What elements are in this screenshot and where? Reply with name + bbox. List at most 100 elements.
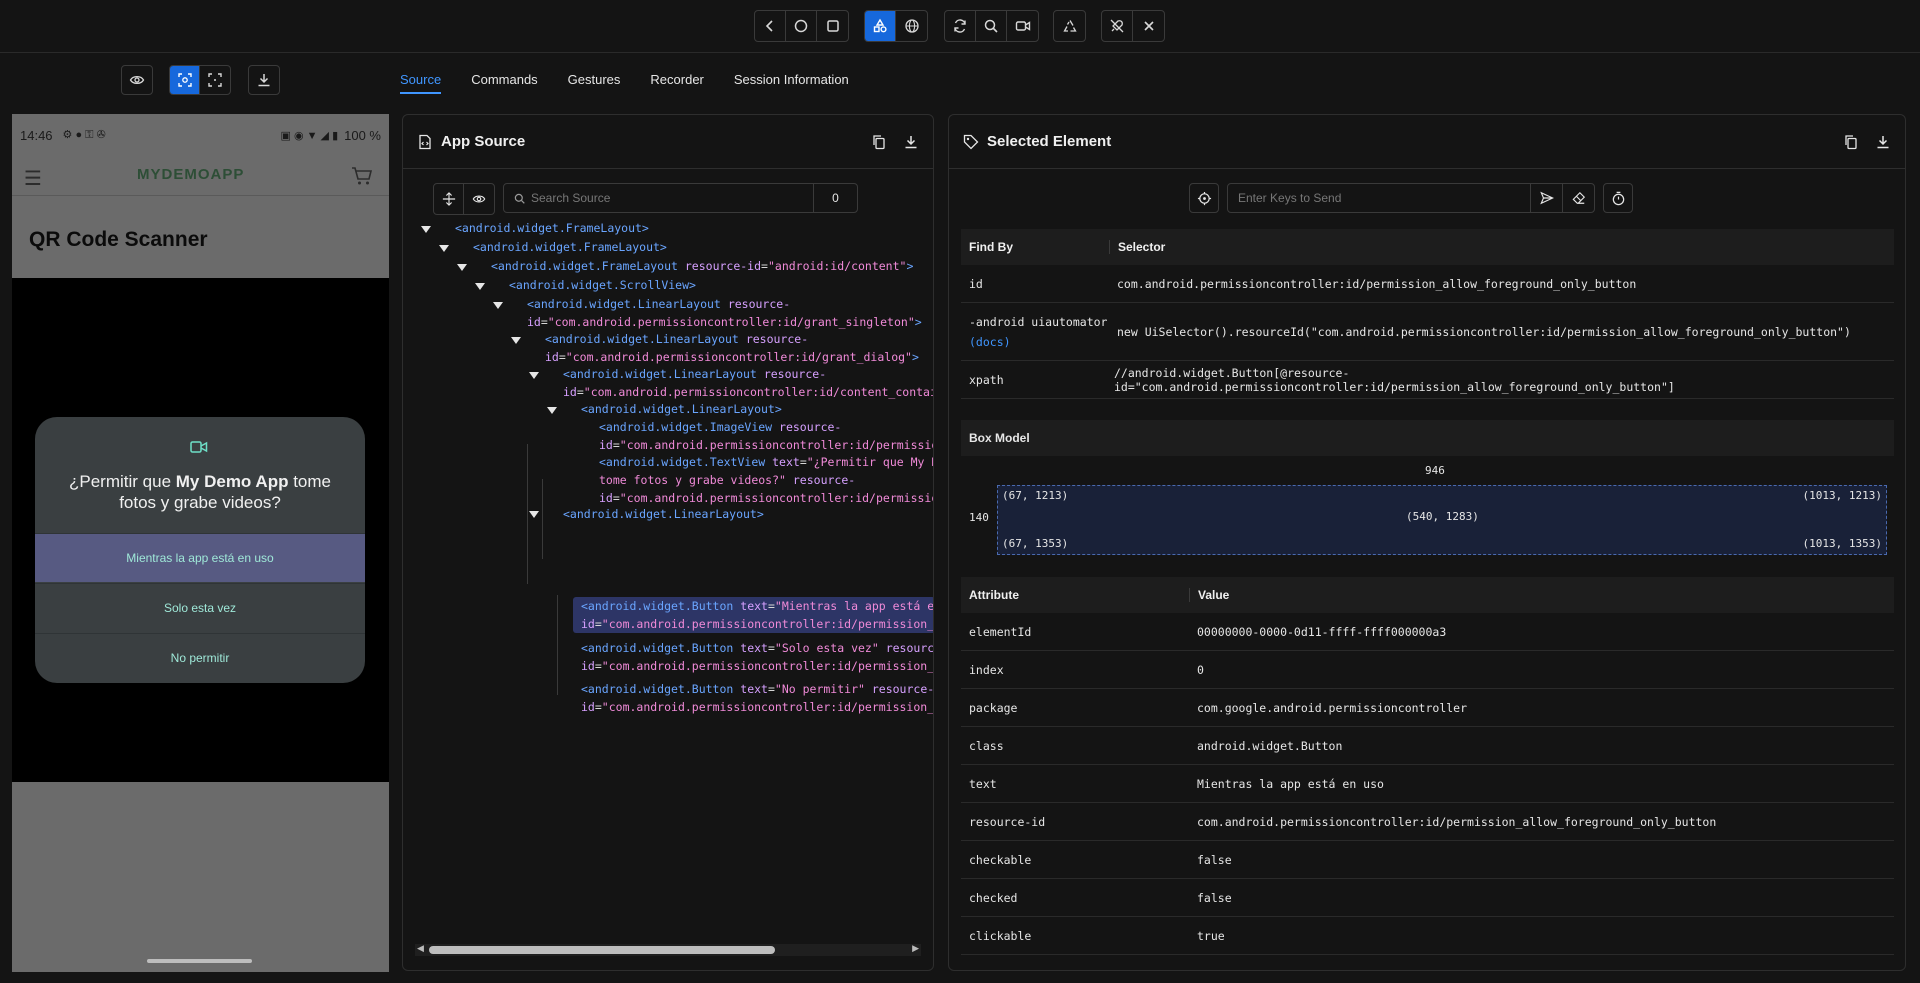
back-button[interactable] [755, 11, 786, 41]
node-val: "com.android.permissioncontroller:id/gra… [547, 315, 915, 329]
node-val: "Solo esta vez" [774, 641, 879, 655]
toggle-attributes-button[interactable] [434, 184, 464, 214]
attribute-key: index [969, 662, 1004, 677]
show-element-handles-button[interactable] [122, 66, 152, 94]
find-by-row[interactable]: -android uiautomator (docs) new UiSelect… [961, 303, 1894, 361]
find-by-row[interactable]: xpath //android.widget.Button[@resource-… [961, 361, 1894, 399]
attribute-key: class [969, 738, 1004, 753]
find-by-row[interactable]: id com.android.permissioncontroller:id/p… [961, 265, 1894, 303]
attribute-value: false [1197, 852, 1232, 867]
deny-option[interactable]: No permitir [35, 633, 365, 682]
toggle-refresh-button[interactable] [1054, 11, 1085, 41]
tree-node[interactable]: <android.widget.FrameLayout resource-id=… [491, 257, 913, 275]
box-model: Box Model 946 140 (67, 1213) (1013, 1213… [961, 420, 1894, 566]
copy-source-icon[interactable] [871, 134, 887, 150]
docs-link[interactable]: (docs) [969, 332, 1117, 352]
collapse-arrow[interactable] [457, 264, 467, 271]
quit-session-button[interactable] [1133, 11, 1164, 41]
tree-node[interactable]: <android.widget.LinearLayout> [581, 400, 782, 418]
tree-node[interactable]: <android.widget.LinearLayout resource- [527, 295, 790, 313]
globe-icon [904, 19, 919, 33]
allow-while-in-use-option[interactable]: Mientras la app está en uso [35, 533, 365, 582]
search-count: 0 [813, 184, 857, 212]
tree-node[interactable]: <android.widget.ScrollView> [509, 276, 696, 294]
collapse-arrow[interactable] [529, 511, 539, 518]
tab-session-information[interactable]: Session Information [734, 62, 849, 94]
tree-node-selected[interactable]: <android.widget.Button text="Mientras la… [581, 597, 933, 615]
tree-node[interactable]: <android.widget.FrameLayout> [455, 219, 649, 237]
tree-node[interactable]: <android.widget.Button text="No permitir… [581, 680, 933, 698]
refresh-button[interactable] [945, 11, 976, 41]
tap-element-button[interactable] [1189, 183, 1219, 213]
tree-node-cont: id="com.android.permissioncontroller:id/… [581, 615, 933, 633]
attribute-row: text Mientras la app está en uso [961, 765, 1894, 803]
send-keys-button[interactable] [1530, 184, 1562, 212]
circle-icon [794, 19, 808, 33]
collapse-arrow[interactable] [529, 372, 539, 379]
attribute-key: package [969, 700, 1018, 715]
node-attr: id [563, 385, 577, 399]
tree-node[interactable]: <android.widget.LinearLayout resource- [545, 330, 808, 348]
device-screenshot[interactable]: 14:46 ⚙ ● ⚿ ✇ ▣ ◉ ▼ ◢ ▮ 100 % ☰ MYDEMOAP… [12, 114, 389, 972]
source-search-input[interactable]: Search Source 0 [503, 183, 858, 213]
attributes-table: Attribute Value elementId 00000000-0000-0… [961, 577, 1894, 955]
find-by-table: Find By Selector id com.android.permissi… [961, 229, 1894, 399]
scroll-left-icon[interactable]: ◀ [417, 943, 424, 954]
node-attr: resource- [779, 420, 842, 434]
toggle-visibility-button[interactable] [464, 184, 494, 214]
clear-element-button[interactable] [1562, 184, 1594, 212]
download-source-icon[interactable] [903, 134, 919, 150]
collapse-arrow[interactable] [547, 407, 557, 414]
node-val: "com.android.permissioncontroller:id/gra… [565, 350, 912, 364]
tree-node[interactable]: <android.widget.FrameLayout> [473, 238, 667, 256]
scrollbar-thumb[interactable] [429, 946, 775, 954]
select-elements-button[interactable] [170, 66, 200, 94]
shapes-icon [873, 18, 887, 33]
node-tag: <android.widget.ScrollView> [509, 278, 696, 292]
get-timing-button[interactable] [1603, 183, 1633, 213]
collapse-arrow[interactable] [475, 283, 485, 290]
record-button[interactable] [1007, 11, 1038, 41]
tap-coordinates-button[interactable] [200, 66, 230, 94]
node-attr: resource- [871, 682, 933, 696]
scroll-right-icon[interactable]: ▶ [912, 943, 919, 954]
tab-commands[interactable]: Commands [471, 62, 537, 94]
native-mode-button[interactable] [865, 11, 896, 41]
tab-source[interactable]: Source [400, 62, 442, 94]
tree-node[interactable]: <android.widget.ImageView resource- [599, 418, 841, 436]
search-button[interactable] [976, 11, 1007, 41]
download-screenshot-button[interactable] [249, 66, 279, 94]
tree-node[interactable]: <android.widget.Button text="Solo esta v… [581, 639, 933, 657]
web-mode-button[interactable] [896, 11, 927, 41]
selected-element-header: Selected Element [949, 115, 1905, 169]
tree-node[interactable]: <android.widget.TextView text="¿Permitir… [599, 453, 933, 471]
collapse-arrow[interactable] [439, 245, 449, 252]
app-switch-button[interactable] [817, 11, 848, 41]
attribute-value: 00000000-0000-0d11-ffff-ffff000000a3 [1197, 624, 1447, 639]
send-keys-input[interactable]: Enter Keys to Send [1227, 183, 1595, 213]
home-button[interactable] [786, 11, 817, 41]
box-model-rect: (67, 1213) (1013, 1213) (540, 1283) (67,… [997, 485, 1887, 555]
attribute-key: elementId [969, 624, 1032, 639]
source-horizontal-scrollbar[interactable]: ◀ ▶ [415, 943, 921, 956]
tab-gestures[interactable]: Gestures [568, 62, 621, 94]
box-top-left: (67, 1213) [1002, 489, 1069, 502]
tree-node[interactable]: <android.widget.LinearLayout resource- [563, 365, 826, 383]
copy-attributes-icon[interactable] [1843, 134, 1859, 150]
box-height: 140 [969, 511, 989, 524]
attribute-row: clickable true [961, 917, 1894, 955]
node-tag: <android.widget.LinearLayout> [581, 402, 782, 416]
app-logo: MYDEMOAPP [137, 166, 245, 183]
node-tag: <android.widget.LinearLayout> [563, 507, 764, 521]
tree-node[interactable]: <android.widget.LinearLayout> [563, 505, 764, 523]
collapse-arrow[interactable] [493, 302, 503, 309]
download-attributes-icon[interactable] [1875, 134, 1891, 150]
detach-session-button[interactable] [1102, 11, 1133, 41]
allow-once-option[interactable]: Solo esta vez [35, 583, 365, 632]
tab-recorder[interactable]: Recorder [650, 62, 703, 94]
close-icon [1143, 21, 1154, 31]
collapse-arrow[interactable] [511, 337, 521, 344]
home-indicator[interactable] [147, 959, 252, 963]
node-attr: text [740, 599, 768, 613]
collapse-arrow[interactable] [421, 226, 431, 233]
